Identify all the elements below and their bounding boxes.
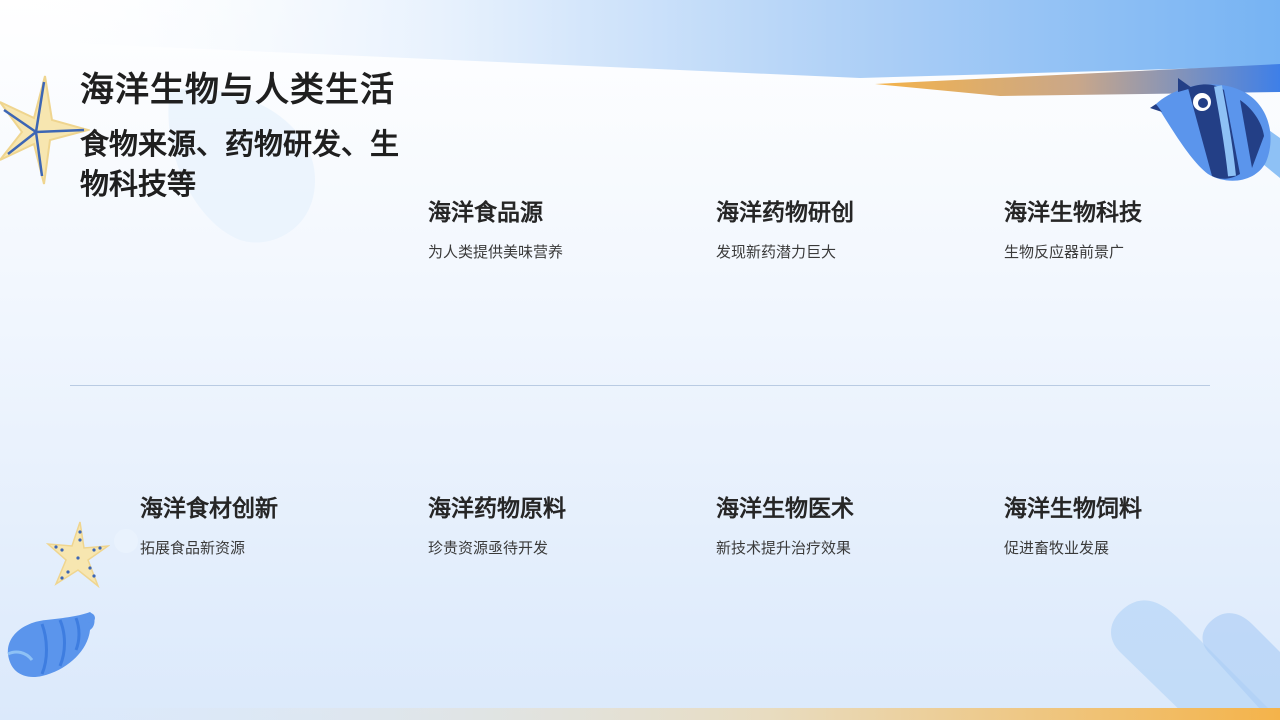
page-title: 海洋生物与人类生活 — [80, 70, 395, 110]
page-subtitle: 食物来源、药物研发、生物科技等 — [80, 127, 400, 201]
card-title: 海洋生物医术 — [716, 496, 854, 522]
card-title: 海洋生物饲料 — [1004, 496, 1142, 522]
card-desc: 促进畜牧业发展 — [1004, 539, 1110, 557]
seashell-icon — [7, 612, 95, 678]
small-starfish-icon — [46, 521, 110, 588]
card-title: 海洋食品源 — [428, 200, 543, 226]
starfish-icon — [0, 75, 90, 185]
fish-icon — [1150, 78, 1280, 181]
wave-decoration — [1111, 600, 1280, 720]
card-feed: 海洋生物饲料 促进畜牧业发展 — [1004, 494, 1244, 558]
card-title: 海洋药物原料 — [428, 496, 566, 522]
card-food-source: 海洋食品源 为人类提供美味营养 — [428, 198, 668, 262]
bubble-decoration — [114, 529, 138, 553]
card-desc: 拓展食品新资源 — [140, 539, 246, 557]
card-desc: 珍贵资源亟待开发 — [428, 539, 549, 557]
card-medical-tech: 海洋生物医术 新技术提升治疗效果 — [716, 494, 956, 558]
card-desc: 生物反应器前景广 — [1004, 243, 1125, 261]
card-desc: 发现新药潜力巨大 — [716, 243, 837, 261]
section-divider — [70, 385, 1210, 386]
card-desc: 为人类提供美味营养 — [428, 243, 564, 261]
card-food-innovation: 海洋食材创新 拓展食品新资源 — [140, 494, 380, 558]
card-title: 海洋食材创新 — [140, 496, 278, 522]
card-title: 海洋生物科技 — [1004, 200, 1142, 226]
card-desc: 新技术提升治疗效果 — [716, 539, 852, 557]
card-drug-research: 海洋药物研创 发现新药潜力巨大 — [716, 198, 956, 262]
slide: 海洋生物与人类生活 食物来源、药物研发、生物科技等 海洋食品源 为人类提供美味营… — [0, 0, 1280, 720]
card-biotech: 海洋生物科技 生物反应器前景广 — [1004, 198, 1244, 262]
card-drug-material: 海洋药物原料 珍贵资源亟待开发 — [428, 494, 668, 558]
bottom-stripe-decoration — [0, 708, 1280, 720]
card-title: 海洋药物研创 — [716, 200, 854, 226]
